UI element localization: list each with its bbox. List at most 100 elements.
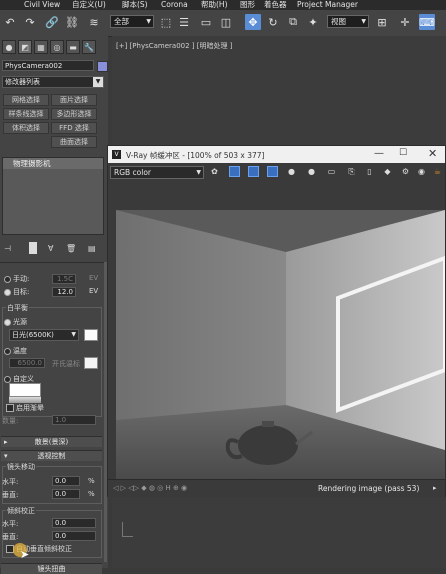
volume-select-button[interactable]: 体积选择	[3, 122, 49, 134]
settings-gear-icon[interactable]: ⚙	[400, 166, 411, 177]
clear-image-icon[interactable]: ▯	[364, 166, 375, 177]
pin-stack-icon[interactable]: ⊣	[4, 244, 11, 253]
move-icon[interactable]: ✥	[245, 14, 261, 30]
menu-help[interactable]: 帮助(H)	[201, 0, 228, 10]
object-color-swatch[interactable]	[97, 61, 108, 72]
lens-shift-v-unit: %	[88, 490, 95, 498]
save-image-icon[interactable]: ▭	[326, 166, 337, 177]
manual-exposure-radio[interactable]	[4, 276, 11, 283]
menu-customize[interactable]: 自定义(U)	[72, 0, 106, 10]
custom-radio[interactable]	[4, 376, 11, 383]
manual-exposure-unit: EV	[89, 274, 99, 282]
rendered-image[interactable]	[116, 210, 445, 480]
selection-filter-value: 全部	[114, 17, 129, 26]
bokeh-rollout-title: 散景(景深)	[34, 438, 69, 446]
green-channel-icon[interactable]	[248, 166, 259, 177]
rotate-icon[interactable]: ↻	[265, 14, 281, 30]
minimize-icon[interactable]: —	[374, 148, 384, 159]
display-tab-icon[interactable]: ▬	[66, 40, 80, 54]
select-by-name-icon[interactable]: ☰	[176, 14, 192, 30]
place-icon[interactable]: ✦	[305, 14, 321, 30]
menu-shaders[interactable]: 着色器	[264, 0, 287, 10]
light-color-swatch[interactable]	[84, 329, 98, 341]
target-exposure-radio[interactable]	[4, 289, 11, 296]
temperature-value[interactable]: 6500.0	[9, 358, 45, 368]
show-end-result-icon[interactable]	[29, 242, 37, 254]
bokeh-rollout[interactable]: ▸ 散景(景深)	[1, 436, 102, 447]
modifier-list-dropdown[interactable]: 修改器列表 ▼	[2, 76, 104, 88]
unlink-icon[interactable]: ⛓	[64, 14, 80, 30]
red-channel-icon[interactable]	[229, 166, 240, 177]
menu-graphics[interactable]: 图形	[240, 0, 255, 10]
utilities-tab-icon[interactable]: 🔧	[82, 40, 96, 54]
lens-distortion-rollout[interactable]: 镜头扭曲	[1, 563, 102, 574]
menu-civil-view[interactable]: Civil View	[24, 0, 60, 10]
stack-item-physical-camera[interactable]: 物理摄影机	[3, 158, 103, 169]
light-source-radio[interactable]	[4, 319, 11, 326]
menu-scripting[interactable]: 脚本(S)	[122, 0, 148, 10]
monochrome-icon[interactable]: ●	[306, 166, 317, 177]
lens-shift-v-value[interactable]: 0.0	[52, 489, 80, 499]
lens-shift-h-value[interactable]: 0.0	[52, 476, 80, 486]
ffd-select-button[interactable]: FFD 选择	[51, 122, 97, 134]
render-region-icon[interactable]: ◆	[382, 166, 393, 177]
temperature-color-swatch[interactable]	[84, 357, 98, 369]
blue-channel-icon[interactable]	[267, 166, 278, 177]
tilt-v-value[interactable]: 0.0	[52, 531, 96, 541]
color-channels-icon[interactable]: ✿	[209, 166, 220, 177]
close-icon[interactable]: ✕	[428, 147, 437, 160]
remove-modifier-icon[interactable]: 🗑	[66, 244, 76, 253]
motion-tab-icon[interactable]: ◎	[50, 40, 64, 54]
light-preset-dropdown[interactable]: 日光(6500K) ▼	[9, 329, 79, 341]
hierarchy-tab-icon[interactable]: ▦	[34, 40, 48, 54]
render-teapot-icon[interactable]: ☕	[432, 166, 443, 177]
white-balance-label: 白平衡	[6, 303, 29, 313]
scroll-right-icon[interactable]: ▸	[433, 484, 437, 492]
rectangle-selection-icon[interactable]: ▭	[198, 14, 214, 30]
perspective-control-rollout[interactable]: ▾ 透视控制	[1, 450, 102, 461]
maximize-icon[interactable]: ☐	[399, 148, 407, 158]
surface-select-button[interactable]: 曲面选择	[51, 136, 97, 148]
select-object-icon[interactable]: ⬚	[158, 14, 174, 30]
manual-exposure-value[interactable]: 1.5C	[52, 274, 76, 284]
alpha-channel-icon[interactable]: ●	[286, 166, 297, 177]
stack-toolbar: ⊣ ∀ 🗑 ▤	[2, 242, 104, 256]
vignette-label: 启用渐晕	[16, 404, 44, 412]
undo-icon[interactable]: ↶	[2, 14, 18, 30]
menu-corona[interactable]: Corona	[161, 0, 188, 10]
redo-icon[interactable]: ↷	[22, 14, 38, 30]
reference-coordinate-dropdown[interactable]: 视图 ▼	[327, 15, 369, 28]
create-tab-icon[interactable]: ●	[2, 40, 16, 54]
target-exposure-unit: EV	[89, 287, 99, 295]
window-crossing-icon[interactable]: ◫	[218, 14, 234, 30]
pivot-center-icon[interactable]: ⊞	[374, 14, 390, 30]
poly-select-button[interactable]: 多边形选择	[51, 108, 97, 120]
mesh-select-button[interactable]: 网格选择	[3, 94, 49, 106]
temperature-radio[interactable]	[4, 348, 11, 355]
separator	[0, 262, 104, 263]
target-exposure-value[interactable]: 12.0	[52, 287, 76, 297]
render-status: Rendering image (pass 53)	[318, 484, 420, 493]
configure-modifier-sets-icon[interactable]: ▤	[88, 244, 96, 253]
link-icon[interactable]: 🔗	[44, 14, 60, 30]
viewport-label[interactable]: [+] [PhysCamera002 ] [明暗处理 ]	[116, 41, 232, 51]
modify-tab-icon[interactable]: ◩	[18, 40, 32, 54]
patch-select-button[interactable]: 面片选择	[51, 94, 97, 106]
object-name-field[interactable]: PhysCamera002	[2, 60, 94, 71]
selection-filter-dropdown[interactable]: 全部 ▼	[110, 15, 154, 28]
load-image-icon[interactable]: ⎘	[346, 166, 357, 177]
custom-color-swatch[interactable]	[9, 383, 41, 397]
bind-spacewarp-icon[interactable]: ≋	[86, 14, 102, 30]
scale-icon[interactable]: ⧉	[285, 14, 301, 30]
vignette-amount-value[interactable]: 1.0	[52, 415, 96, 425]
vignette-checkbox[interactable]	[6, 404, 14, 412]
menu-project-manager[interactable]: Project Manager	[297, 0, 358, 10]
make-unique-icon[interactable]: ∀	[48, 244, 53, 253]
expand-arrow-icon: ▸	[4, 438, 8, 446]
keyboard-shortcut-override-icon[interactable]: ⌨	[419, 14, 435, 30]
channel-dropdown[interactable]: RGB color ▼	[110, 166, 204, 179]
spline-select-button[interactable]: 样条线选择	[3, 108, 49, 120]
lens-effects-icon[interactable]: ◉	[416, 166, 427, 177]
tilt-h-value[interactable]: 0.0	[52, 518, 96, 528]
select-manipulate-icon[interactable]: ✛	[397, 14, 413, 30]
